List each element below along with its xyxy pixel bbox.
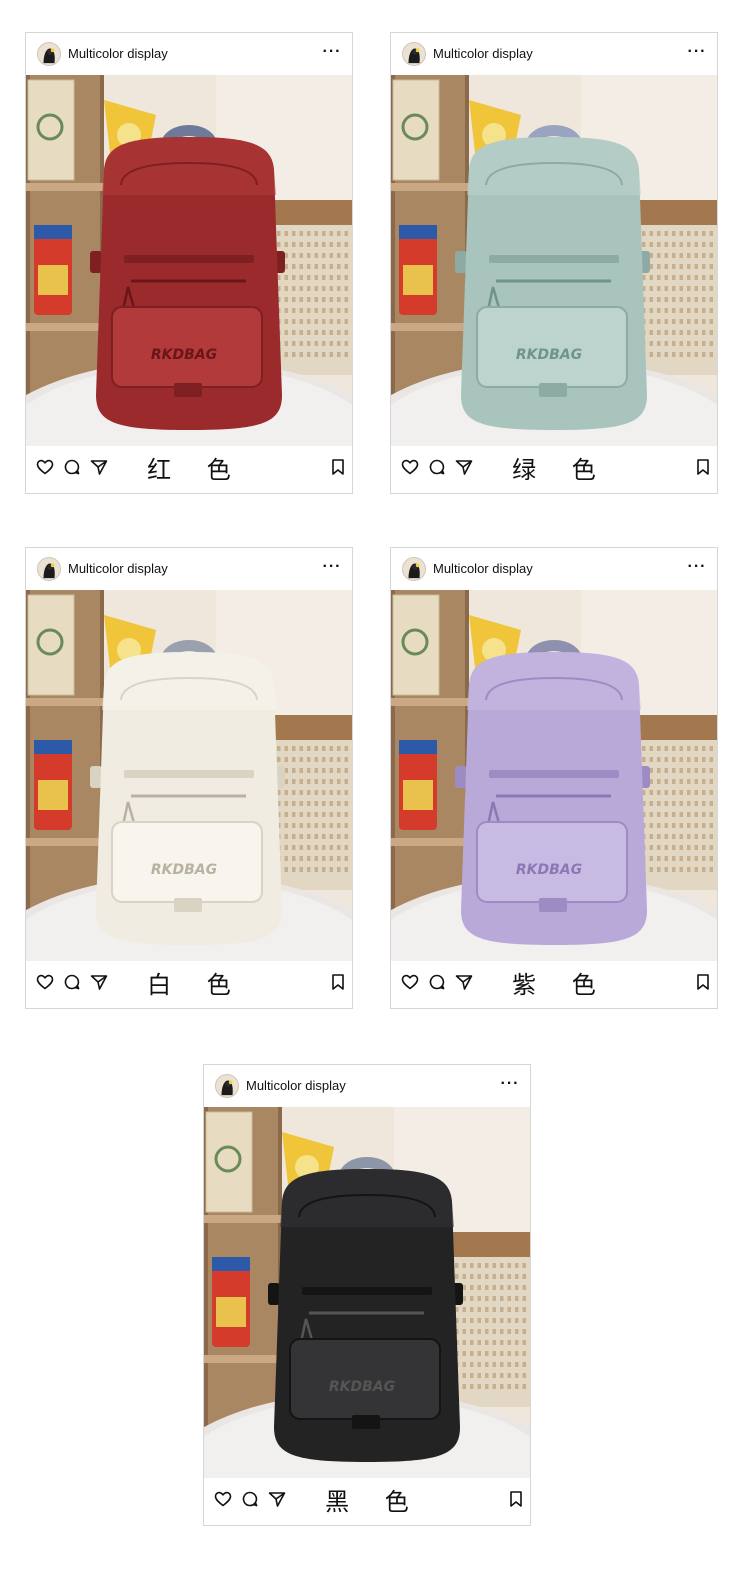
comment-icon[interactable] [62, 457, 82, 477]
avatar[interactable] [37, 557, 61, 581]
bookmark-icon[interactable] [328, 972, 348, 992]
post-card-black: Multicolor display ··· RKDBAG 黑 色 [203, 1064, 531, 1526]
avatar[interactable] [402, 42, 426, 66]
svg-text:RKDBAG: RKDBAG [516, 862, 582, 878]
heart-icon[interactable] [400, 972, 420, 992]
comment-icon[interactable] [240, 1489, 260, 1509]
product-photo: RKDBAG [26, 590, 352, 961]
product-photo: RKDBAG [204, 1107, 530, 1478]
post-footer: 黑 色 [204, 1478, 530, 1526]
comment-icon[interactable] [62, 972, 82, 992]
send-icon[interactable] [89, 457, 109, 477]
post-header: Multicolor display ··· [26, 33, 352, 75]
send-icon[interactable] [454, 457, 474, 477]
post-header: Multicolor display ··· [391, 33, 717, 75]
avatar[interactable] [215, 1074, 239, 1098]
username[interactable]: Multicolor display [68, 46, 168, 62]
color-label: 绿 色 [512, 456, 610, 484]
post-header: Multicolor display ··· [26, 548, 352, 590]
post-footer: 红 色 [26, 446, 352, 494]
post-card-red: Multicolor display ··· RKDBAG 红 色 [25, 32, 353, 494]
heart-icon[interactable] [400, 457, 420, 477]
send-icon[interactable] [267, 1489, 287, 1509]
post-footer: 白 色 [26, 961, 352, 1009]
color-label: 红 色 [147, 456, 245, 484]
username[interactable]: Multicolor display [433, 46, 533, 62]
heart-icon[interactable] [35, 972, 55, 992]
send-icon[interactable] [89, 972, 109, 992]
post-card-green: Multicolor display ··· RKDBAG 绿 色 [390, 32, 718, 494]
comment-icon[interactable] [427, 972, 447, 992]
color-label: 紫 色 [512, 971, 610, 999]
username[interactable]: Multicolor display [433, 561, 533, 577]
post-footer: 紫 色 [391, 961, 717, 1009]
post-header: Multicolor display ··· [391, 548, 717, 590]
product-photo: RKDBAG [391, 590, 717, 961]
bookmark-icon[interactable] [693, 972, 713, 992]
more-dots-icon[interactable]: ··· [320, 42, 344, 62]
username[interactable]: Multicolor display [68, 561, 168, 577]
post-header: Multicolor display ··· [204, 1065, 530, 1107]
more-dots-icon[interactable]: ··· [685, 42, 709, 62]
more-dots-icon[interactable]: ··· [498, 1074, 522, 1094]
color-label: 白 色 [147, 971, 245, 999]
comment-icon[interactable] [427, 457, 447, 477]
send-icon[interactable] [454, 972, 474, 992]
more-dots-icon[interactable]: ··· [320, 557, 344, 577]
svg-text:RKDBAG: RKDBAG [151, 347, 217, 363]
bookmark-icon[interactable] [506, 1489, 526, 1509]
post-footer: 绿 色 [391, 446, 717, 494]
heart-icon[interactable] [35, 457, 55, 477]
avatar[interactable] [402, 557, 426, 581]
svg-text:RKDBAG: RKDBAG [516, 347, 582, 363]
more-dots-icon[interactable]: ··· [685, 557, 709, 577]
username[interactable]: Multicolor display [246, 1078, 346, 1094]
svg-text:RKDBAG: RKDBAG [151, 862, 217, 878]
post-card-white: Multicolor display ··· RKDBAG 白 色 [25, 547, 353, 1009]
heart-icon[interactable] [213, 1489, 233, 1509]
color-label: 黑 色 [325, 1488, 423, 1516]
bookmark-icon[interactable] [328, 457, 348, 477]
product-photo: RKDBAG [26, 75, 352, 446]
svg-text:RKDBAG: RKDBAG [329, 1379, 395, 1395]
post-card-purple: Multicolor display ··· RKDBAG 紫 色 [390, 547, 718, 1009]
bookmark-icon[interactable] [693, 457, 713, 477]
product-photo: RKDBAG [391, 75, 717, 446]
avatar[interactable] [37, 42, 61, 66]
